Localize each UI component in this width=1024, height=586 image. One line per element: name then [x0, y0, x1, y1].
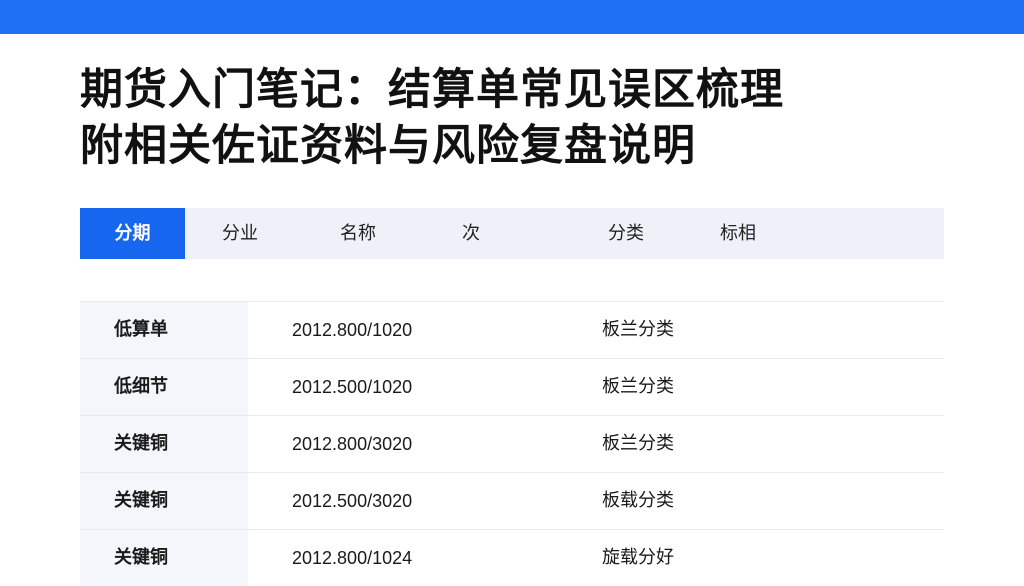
tab-fenqi[interactable]: 分期	[80, 208, 185, 259]
title-line-2: 附相关佐证资料与风险复盘说明	[80, 121, 696, 171]
data-table: 低算单 2012.800/1020 板兰分类 低细节 2012.500/1020…	[80, 301, 944, 586]
row-category: 板载分类	[602, 490, 674, 511]
row-category: 板兰分类	[602, 376, 674, 397]
tab-mingcheng[interactable]: 名称	[340, 208, 376, 259]
tab-bar: 分期 分业 名称 次 分类 标相	[80, 208, 944, 259]
row-name: 关键铜	[114, 433, 168, 454]
row-value: 2012.500/3020	[292, 491, 413, 511]
row-category: 板兰分类	[602, 433, 674, 454]
tab-ci[interactable]: 次	[462, 208, 480, 259]
row-name: 低细节	[114, 376, 168, 397]
table-row: 关键铜 2012.500/3020 板载分类	[80, 472, 944, 529]
row-name: 关键铜	[114, 547, 168, 568]
table-row: 低细节 2012.500/1020 板兰分类	[80, 358, 944, 415]
row-name-cell: 低算单	[80, 302, 248, 358]
row-name: 低算单	[114, 319, 168, 340]
tab-biaoxiang[interactable]: 标相	[720, 208, 756, 259]
row-name-cell: 低细节	[80, 359, 248, 415]
row-category: 板兰分类	[602, 319, 674, 340]
row-value: 2012.800/3020	[292, 434, 413, 454]
tab-fenlei[interactable]: 分类	[608, 208, 644, 259]
row-name: 关键铜	[114, 490, 168, 511]
tab-fenye[interactable]: 分业	[222, 208, 258, 259]
top-accent-bar	[0, 0, 1024, 34]
row-name-cell: 关键铜	[80, 530, 248, 586]
row-value: 2012.800/1020	[292, 320, 413, 340]
table-row: 关键铜 2012.800/3020 板兰分类	[80, 415, 944, 472]
table-row: 关键铜 2012.800/1024 旋载分好	[80, 529, 944, 586]
page-title: 期货入门笔记：结算单常见误区梳理 附相关佐证资料与风险复盘说明	[80, 62, 980, 174]
row-value: 2012.500/1020	[292, 377, 413, 397]
row-category: 旋载分好	[602, 547, 674, 568]
title-line-1: 期货入门笔记：结算单常见误区梳理	[80, 65, 784, 115]
row-value: 2012.800/1024	[292, 548, 413, 568]
table-row: 低算单 2012.800/1020 板兰分类	[80, 301, 944, 358]
row-name-cell: 关键铜	[80, 473, 248, 529]
row-name-cell: 关键铜	[80, 416, 248, 472]
